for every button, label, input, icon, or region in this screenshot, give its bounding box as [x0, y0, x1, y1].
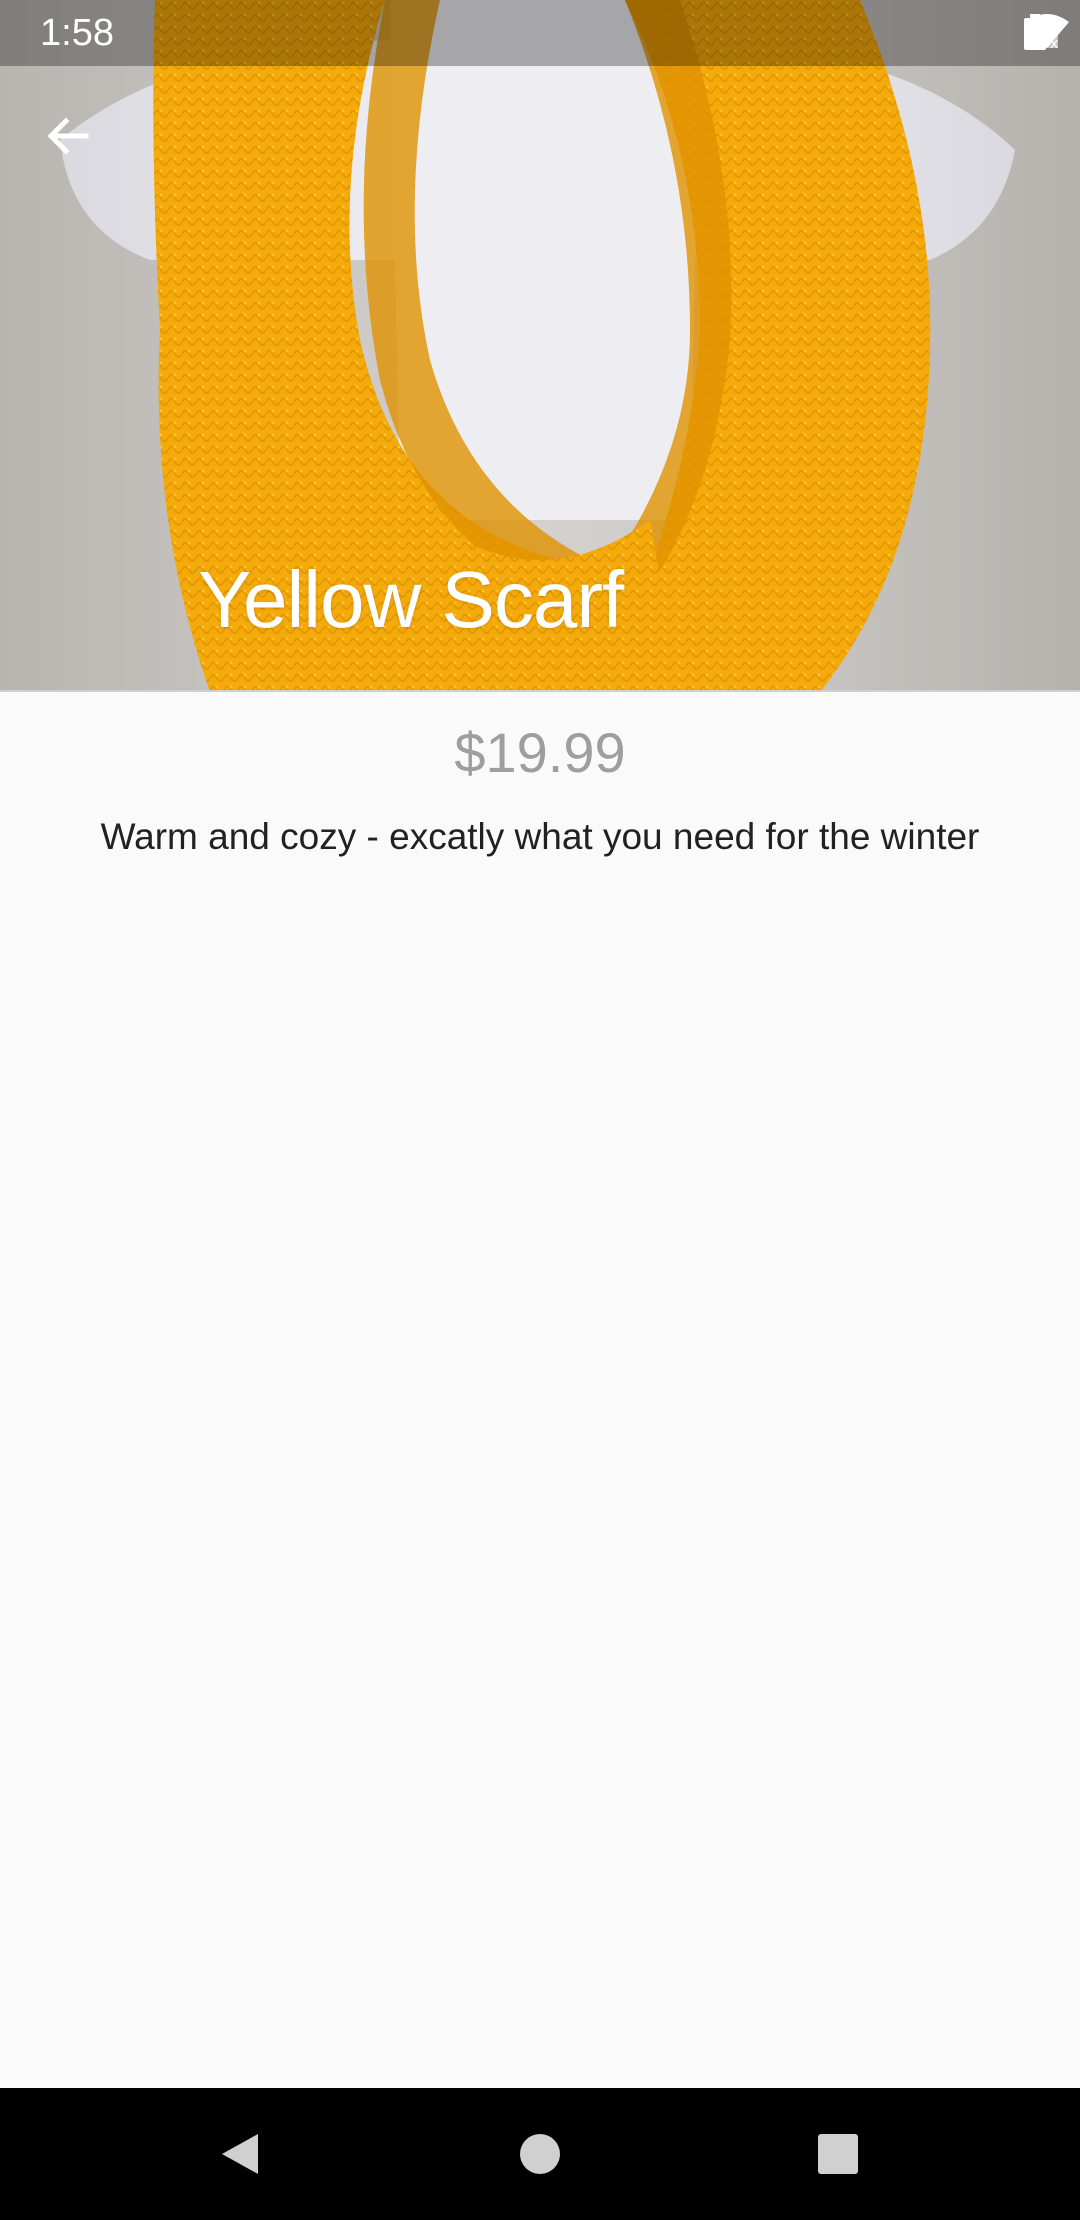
recents-square-icon	[818, 2134, 858, 2174]
product-description: Warm and cozy - excatly what you need fo…	[100, 816, 980, 857]
nav-home-button[interactable]	[510, 2124, 570, 2184]
product-detail-screen: 1:58 x Yellow Scarf $19.99 Warm and cozy…	[0, 0, 1080, 2220]
svg-text:x: x	[1050, 36, 1058, 50]
status-time: 1:58	[40, 12, 114, 54]
product-price: $19.99	[454, 721, 626, 784]
back-button[interactable]	[44, 112, 108, 176]
back-triangle-icon	[222, 2134, 258, 2174]
status-bar: 1:58 x	[0, 0, 1080, 66]
status-icons: x	[1024, 14, 1069, 54]
navigation-bar	[0, 2088, 1080, 2220]
arrow-left-icon	[47, 117, 89, 155]
home-circle-icon	[520, 2134, 560, 2174]
product-hero-image: 1:58 x Yellow Scarf	[0, 0, 1080, 692]
product-title: Yellow Scarf	[198, 555, 624, 644]
nav-recents-button[interactable]	[808, 2124, 868, 2184]
nav-back-button[interactable]	[210, 2124, 270, 2184]
